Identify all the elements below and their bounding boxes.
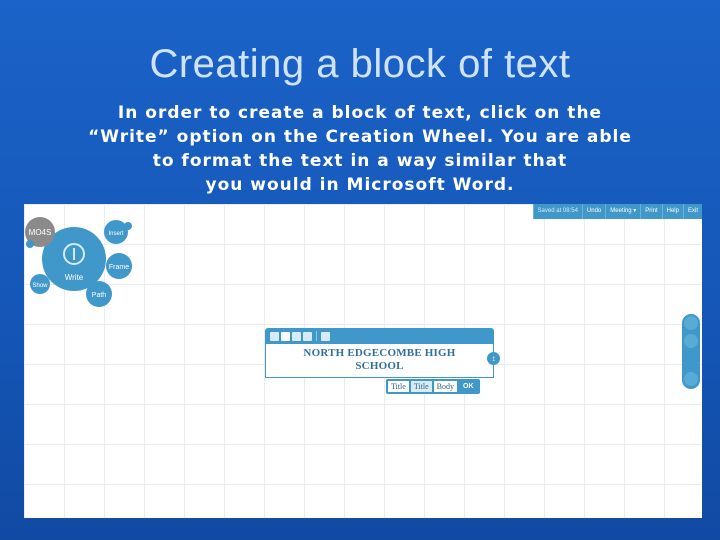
ok-button[interactable]: OK [459,383,478,390]
zoom-out-icon[interactable] [684,372,698,386]
undo-button[interactable]: Undo [581,204,606,219]
saved-status: Saved at 08:54 [532,204,582,219]
list-icon[interactable] [321,331,330,341]
text-style-bar: Title Title Body OK [386,379,480,394]
print-button[interactable]: Print [640,204,662,219]
justify-icon[interactable] [303,331,312,341]
style-title-option[interactable]: Title [388,381,409,392]
insert-handle-icon [124,222,132,230]
toolbar-divider [316,331,317,341]
show-label: Show [32,283,48,289]
prezi-top-bar: Saved at 08:54 Undo Meeting ▾ Print Help… [532,204,702,219]
meeting-button[interactable]: Meeting ▾ [605,204,641,219]
slide-body: In order to create a block of text, clic… [40,101,680,197]
align-right-icon[interactable] [292,331,301,341]
help-button[interactable]: Help [661,204,683,219]
insert-label: Insert [108,231,123,237]
resize-handle-icon[interactable]: ↕ [487,352,500,365]
write-label: Write [65,273,84,282]
zoom-in-icon[interactable] [684,334,698,348]
align-center-icon[interactable] [281,331,290,341]
zoom-controls [682,314,700,389]
logo-text: MO4S [29,228,52,237]
text-line-2: SCHOOL [355,360,404,372]
text-line-1: NORTH EDGECOMBE HIGH [303,347,456,359]
body-line-4: you would in Microsoft Word. [205,175,515,195]
body-line-1: In order to create a block of text, clic… [117,103,603,123]
prezi-screenshot: Saved at 08:54 Undo Meeting ▾ Print Help… [24,204,702,518]
align-left-icon[interactable] [270,331,279,341]
text-format-toolbar [265,328,494,344]
wheel-dot-icon [26,240,34,248]
path-label: Path [92,292,107,299]
body-line-2: “Write” option on the Creation Wheel. Yo… [88,127,632,147]
style-title-selected[interactable]: Title [410,381,432,392]
slide-title: Creating a block of text [149,42,571,86]
body-line-3: to format the text in a way similar that [152,151,568,171]
style-body-option[interactable]: Body [433,381,457,392]
home-icon[interactable] [684,316,698,330]
exit-button[interactable]: Exit [682,204,702,219]
text-block[interactable]: NORTH EDGECOMBE HIGH SCHOOL [265,344,494,378]
creation-wheel: MO4S Write Insert Frame Path Show [25,217,132,307]
frame-label: Frame [109,264,129,271]
